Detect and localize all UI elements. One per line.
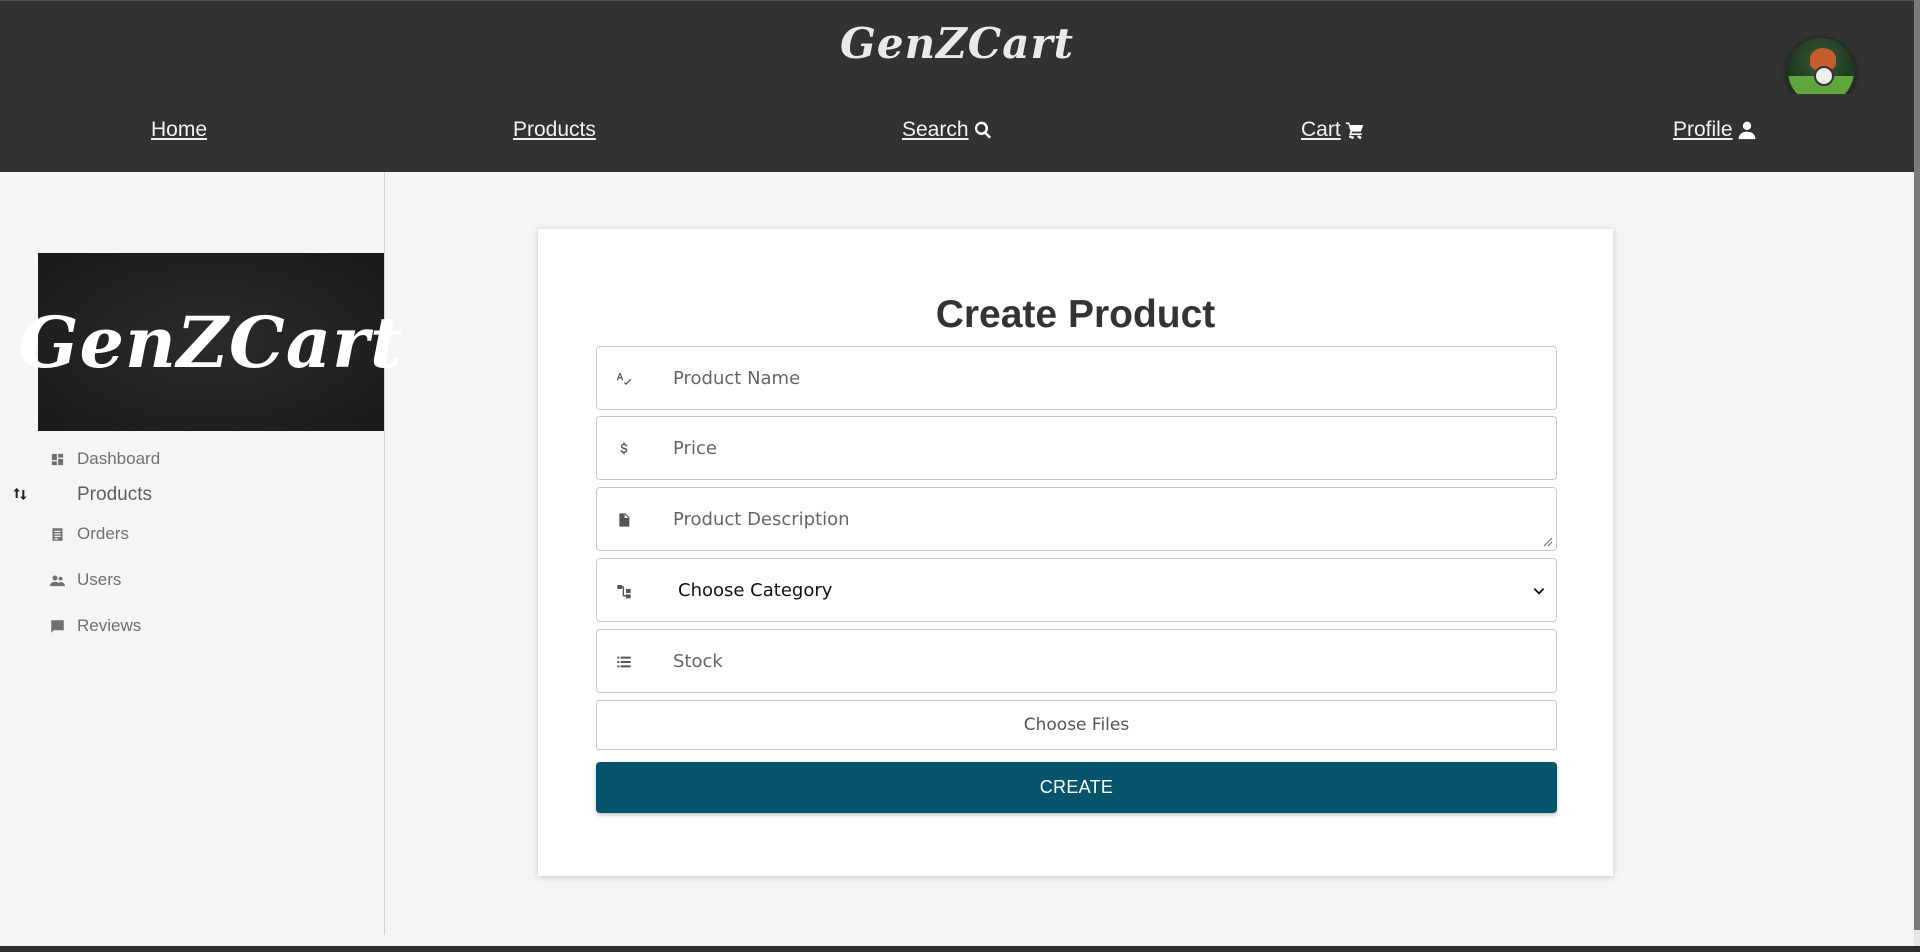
sidebar-logo[interactable]: GenZCart xyxy=(19,253,402,431)
sidebar-item-users[interactable]: Users xyxy=(50,570,121,590)
description-icon xyxy=(619,513,630,527)
users-icon xyxy=(50,575,65,586)
dashboard-icon xyxy=(51,453,64,465)
list-icon xyxy=(617,656,631,668)
user-icon xyxy=(1738,121,1755,140)
nav-cart[interactable]: Cart xyxy=(1301,118,1365,142)
reviews-icon xyxy=(51,619,64,633)
vertical-scrollbar[interactable] xyxy=(1914,0,1920,952)
product-name-input[interactable]: Product Name xyxy=(673,368,800,389)
account-tree-icon xyxy=(617,585,631,599)
sidebar-item-orders[interactable]: Orders xyxy=(50,524,129,544)
cart-icon xyxy=(1345,122,1364,139)
spellcheck-icon xyxy=(616,373,632,385)
sidebar-item-label: Orders xyxy=(77,524,129,543)
description-field[interactable]: Product Description xyxy=(596,487,1557,551)
search-icon xyxy=(974,121,991,139)
sidebar-logo-text: GenZCart xyxy=(18,300,404,384)
product-name-field[interactable]: Product Name xyxy=(596,346,1557,410)
sidebar-item-products[interactable]: Products xyxy=(77,484,152,506)
stock-input[interactable]: Stock xyxy=(673,651,723,672)
nav-profile-label: Profile xyxy=(1673,118,1733,141)
nav-home-label: Home xyxy=(151,118,208,141)
category-select-value: Choose Category xyxy=(678,580,833,601)
resize-handle-icon[interactable] xyxy=(1543,537,1553,547)
sidebar-item-dashboard[interactable]: Dashboard xyxy=(50,449,160,469)
description-textarea[interactable]: Product Description xyxy=(673,509,850,530)
top-header: GenZCart xyxy=(0,0,1914,94)
price-field[interactable]: Price xyxy=(596,416,1557,480)
swap-icon[interactable] xyxy=(12,486,28,502)
choose-files-button[interactable]: Choose Files xyxy=(596,700,1557,750)
nav-search[interactable]: Search xyxy=(902,118,993,142)
page-title: Create Product xyxy=(935,293,1216,336)
main-nav: Home Products Search Cart Profile xyxy=(0,94,1914,172)
chevron-down-icon xyxy=(1533,588,1545,595)
admin-sidebar: GenZCart Dashboard Products Orders Users… xyxy=(0,172,402,935)
nav-products[interactable]: Products xyxy=(513,118,596,142)
stock-field[interactable]: Stock xyxy=(596,629,1557,693)
sidebar-item-reviews[interactable]: Reviews xyxy=(50,616,141,636)
scrollbar-thumb[interactable] xyxy=(1914,0,1920,930)
sidebar-item-label: Users xyxy=(77,570,122,589)
dollar-icon xyxy=(620,442,628,455)
orders-icon xyxy=(52,527,63,541)
bottom-edge xyxy=(0,946,1920,952)
create-product-card: Create Product Product Name Price Produc… xyxy=(538,229,1613,876)
category-select[interactable]: Choose Category xyxy=(596,558,1557,622)
price-input[interactable]: Price xyxy=(673,438,717,459)
nav-search-label: Search xyxy=(902,118,969,141)
nav-profile[interactable]: Profile xyxy=(1673,118,1757,142)
sidebar-item-label: Reviews xyxy=(77,616,142,635)
sidebar-item-label: Dashboard xyxy=(77,449,161,468)
create-button[interactable]: CREATE xyxy=(596,762,1557,813)
brand-title[interactable]: GenZCart xyxy=(0,19,1914,68)
nav-cart-label: Cart xyxy=(1301,118,1341,141)
nav-home[interactable]: Home xyxy=(151,118,207,142)
nav-products-label: Products xyxy=(513,118,596,141)
